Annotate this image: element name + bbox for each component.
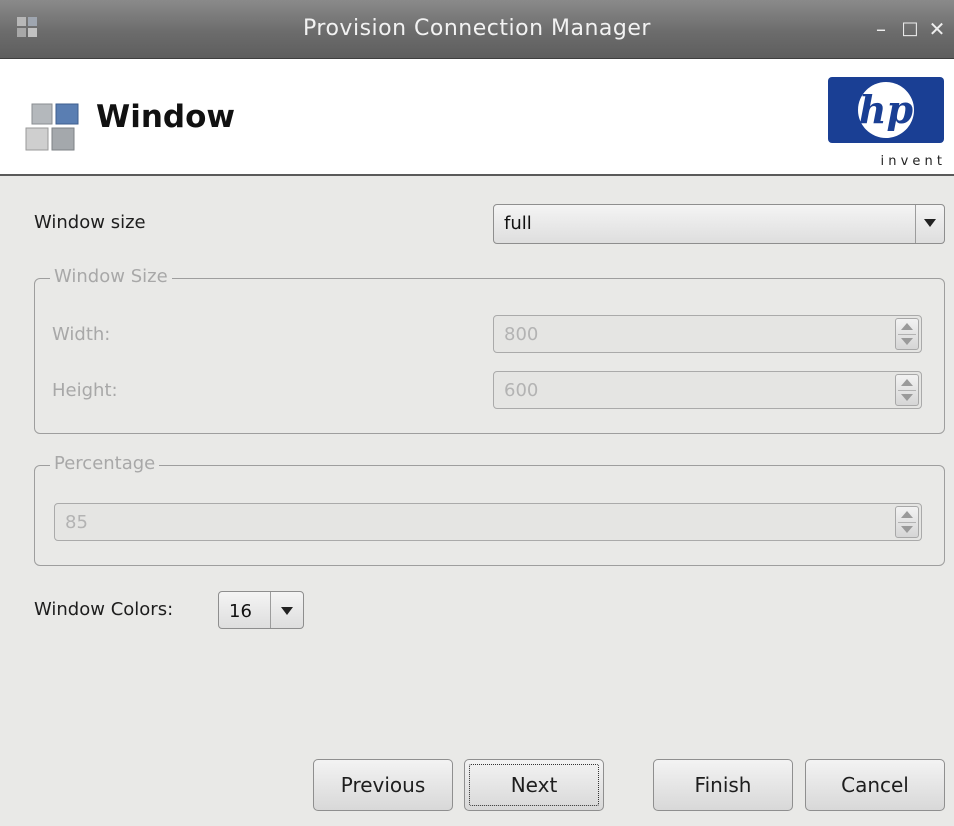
arrow-down-icon[interactable]: [901, 394, 913, 401]
window-size-group: [34, 278, 945, 434]
chevron-down-icon[interactable]: [270, 592, 303, 628]
window-size-combo[interactable]: full: [493, 204, 945, 244]
height-value: 600: [504, 380, 539, 401]
window-icon: [25, 103, 79, 151]
window-size-value: full: [504, 213, 532, 234]
next-button-label: Next: [510, 773, 558, 797]
window-size-label: Window size: [34, 212, 146, 233]
svg-text:i n v e n t: i n v e n t: [880, 154, 942, 169]
arrow-up-icon[interactable]: [901, 511, 913, 518]
window-colors-label: Window Colors:: [34, 599, 174, 620]
percentage-value: 85: [65, 512, 88, 533]
close-button[interactable]: ✕: [926, 18, 948, 40]
previous-button[interactable]: Previous: [313, 759, 453, 811]
cancel-button[interactable]: Cancel: [805, 759, 945, 811]
arrow-up-icon[interactable]: [901, 379, 913, 386]
page-header: Window hp i n v e n t: [0, 59, 954, 176]
window-size-group-legend: Window Size: [50, 266, 172, 287]
svg-text:hp: hp: [859, 87, 914, 132]
arrow-down-icon[interactable]: [901, 338, 913, 345]
width-value: 800: [504, 324, 539, 345]
height-spin-buttons[interactable]: [895, 374, 919, 406]
window-colors-value: 16: [229, 601, 252, 622]
width-label: Width:: [52, 324, 111, 345]
height-label: Height:: [52, 380, 118, 401]
maximize-button[interactable]: □: [899, 18, 921, 40]
height-spinbox[interactable]: 600: [493, 371, 922, 409]
width-spinbox[interactable]: 800: [493, 315, 922, 353]
arrow-down-icon[interactable]: [901, 526, 913, 533]
percentage-spinbox[interactable]: 85: [54, 503, 922, 541]
window-title: Provision Connection Manager: [303, 16, 651, 41]
page-title: Window: [96, 99, 236, 135]
arrow-up-icon[interactable]: [901, 323, 913, 330]
width-spin-buttons[interactable]: [895, 318, 919, 350]
hp-logo: hp i n v e n t: [828, 77, 944, 169]
window-colors-combo[interactable]: 16: [218, 591, 304, 629]
finish-button[interactable]: Finish: [653, 759, 793, 811]
minimize-button[interactable]: –: [870, 18, 892, 40]
chevron-down-icon[interactable]: [915, 205, 944, 243]
percentage-group-legend: Percentage: [50, 453, 160, 474]
next-button[interactable]: Next: [464, 759, 604, 811]
title-bar: Provision Connection Manager – □ ✕: [0, 0, 954, 59]
percentage-spin-buttons[interactable]: [895, 506, 919, 538]
